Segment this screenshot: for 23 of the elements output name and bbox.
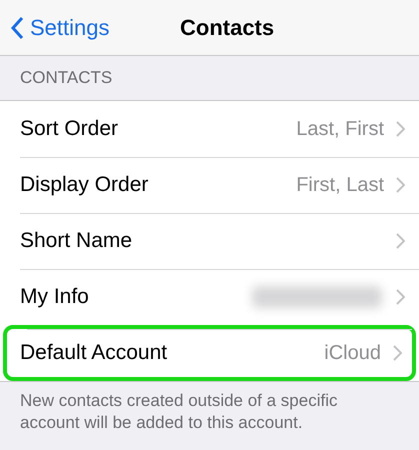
settings-row[interactable]: My Info <box>0 269 419 325</box>
row-label: Sort Order <box>20 117 120 141</box>
chevron-icon <box>396 289 405 305</box>
row-value: First, Last <box>296 174 384 196</box>
settings-row[interactable]: Display Order First, Last <box>0 157 419 213</box>
row-value: Last, First <box>296 118 384 140</box>
row-label: My Info <box>20 285 90 309</box>
section-header: CONTACTS <box>20 68 112 88</box>
back-button[interactable]: Settings <box>0 14 116 42</box>
chevron-icon <box>393 345 402 361</box>
screen-title: Contacts <box>180 14 274 40</box>
row-label: Short Name <box>20 229 134 253</box>
row-label: Display Order <box>20 173 150 197</box>
settings-row[interactable]: Sort Order Last, First <box>0 101 419 157</box>
chevron-icon <box>396 177 405 193</box>
settings-row[interactable]: Default Account iCloud <box>3 325 416 381</box>
row-label: Default Account <box>20 341 168 365</box>
row-value: iCloud <box>324 342 381 364</box>
back-chevron-icon <box>10 16 24 40</box>
settings-row[interactable]: Short Name <box>0 213 419 269</box>
chevron-icon <box>396 233 405 249</box>
footer-note: New contacts created outside of a specific account will be added to this account. <box>19 390 338 434</box>
chevron-icon <box>396 121 405 137</box>
